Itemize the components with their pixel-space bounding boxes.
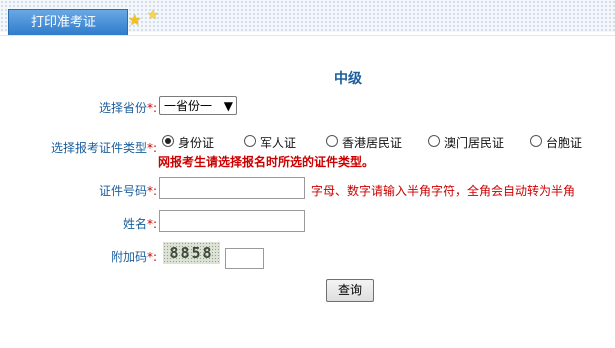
radio-label-id-card: 身份证 — [178, 136, 215, 150]
page-title: 中级 — [334, 71, 362, 87]
star-icon: ★ — [128, 11, 142, 29]
radio-military-card[interactable] — [244, 135, 256, 147]
radio-id-card[interactable] — [162, 135, 174, 147]
chevron-down-icon: ▼ — [223, 99, 233, 113]
province-select[interactable]: 一省份一 ▼ — [159, 96, 237, 115]
province-label: 选择省份*: — [98, 101, 157, 115]
radio-label-taiwan-compatriot: 台胞证 — [546, 136, 583, 150]
radio-label-hk-resident: 香港居民证 — [342, 136, 403, 150]
radio-label-macau-resident: 澳门居民证 — [444, 136, 505, 150]
tab-print-admission[interactable]: 打印准考证 — [8, 9, 128, 35]
captcha-label: 附加码*: — [110, 250, 157, 264]
divider — [0, 35, 615, 36]
name-input[interactable] — [159, 210, 305, 232]
captcha-image[interactable]: 8858 — [163, 242, 220, 264]
id-number-input[interactable] — [159, 177, 305, 199]
cert-type-warning: 网报考生请选择报名时所选的证件类型。 — [158, 155, 375, 169]
query-button[interactable]: 查询 — [326, 279, 374, 302]
radio-label-military-card: 军人证 — [260, 136, 297, 150]
star-icon: ★ — [147, 8, 159, 23]
name-label: 姓名*: — [122, 217, 157, 231]
captcha-input[interactable] — [225, 248, 264, 269]
id-number-label: 证件号码*: — [98, 184, 157, 198]
radio-taiwan-compatriot[interactable] — [530, 135, 542, 147]
radio-hk-resident[interactable] — [326, 135, 338, 147]
id-number-hint: 字母、数字请输入半角字符，全角会自动转为半角 — [311, 184, 576, 198]
radio-macau-resident[interactable] — [428, 135, 440, 147]
